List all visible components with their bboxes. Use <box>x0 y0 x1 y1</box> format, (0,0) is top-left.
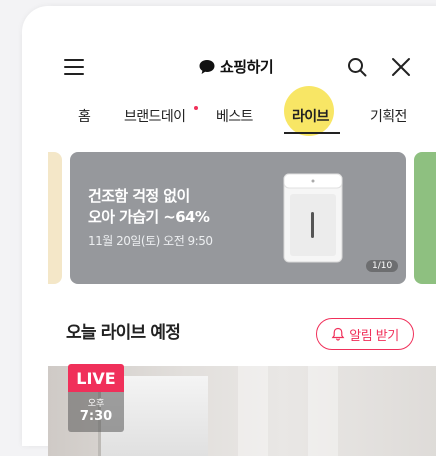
next-banner-peek[interactable] <box>414 152 436 284</box>
tab-home[interactable]: 홈 <box>78 106 91 126</box>
tab-bar: 홈 브랜드데이 베스트 라이브 기획전 <box>22 98 436 134</box>
alarm-label: 알림 받기 <box>349 328 399 344</box>
new-badge-dot <box>194 106 198 110</box>
bell-icon <box>331 327 345 341</box>
curtain-decoration <box>308 366 338 456</box>
active-tab-indicator <box>284 132 340 134</box>
logo-text: 쇼핑하기 <box>220 58 274 76</box>
banner-date: 11월 20일(토) 오전 9:50 <box>88 234 213 248</box>
tab-special[interactable]: 기획전 <box>370 106 407 126</box>
live-time-badge: 오후 7:30 <box>68 392 124 432</box>
tab-live[interactable]: 라이브 <box>292 106 329 126</box>
app-logo[interactable]: 쇼핑하기 <box>198 56 274 77</box>
search-icon[interactable] <box>346 56 368 78</box>
curtain-decoration <box>238 366 268 456</box>
tab-best[interactable]: 베스트 <box>216 106 253 126</box>
tab-brand-day[interactable]: 브랜드데이 <box>124 106 186 126</box>
top-header: 쇼핑하기 <box>22 52 436 82</box>
promo-banner[interactable]: 건조함 걱정 없이 오아 가습기 ~64% 11월 20일(토) 오전 9:50… <box>70 152 406 284</box>
get-notification-button[interactable]: 알림 받기 <box>316 318 414 350</box>
close-icon[interactable] <box>390 56 412 78</box>
live-badge: LIVE <box>68 364 124 392</box>
banner-title-line1: 건조함 걱정 없이 <box>88 187 190 205</box>
prev-banner-peek[interactable] <box>48 152 62 284</box>
section-title: 오늘 라이브 예정 <box>66 323 181 343</box>
banner-title: 건조함 걱정 없이 오아 가습기 ~64% <box>88 186 210 228</box>
hamburger-menu-icon[interactable] <box>64 58 86 76</box>
live-time-ampm: 오후 <box>87 399 105 409</box>
live-time: 7:30 <box>79 409 113 424</box>
chat-bubble-icon <box>199 59 215 74</box>
humidifier-product-image <box>283 173 343 263</box>
banner-title-line2: 오아 가습기 ~64% <box>88 208 210 226</box>
app-content: 쇼핑하기 홈 브랜드데이 베스트 라이브 기획전 건조함 걱정 없이 오아 가습… <box>22 6 436 456</box>
banner-page-counter: 1/10 <box>366 260 399 272</box>
